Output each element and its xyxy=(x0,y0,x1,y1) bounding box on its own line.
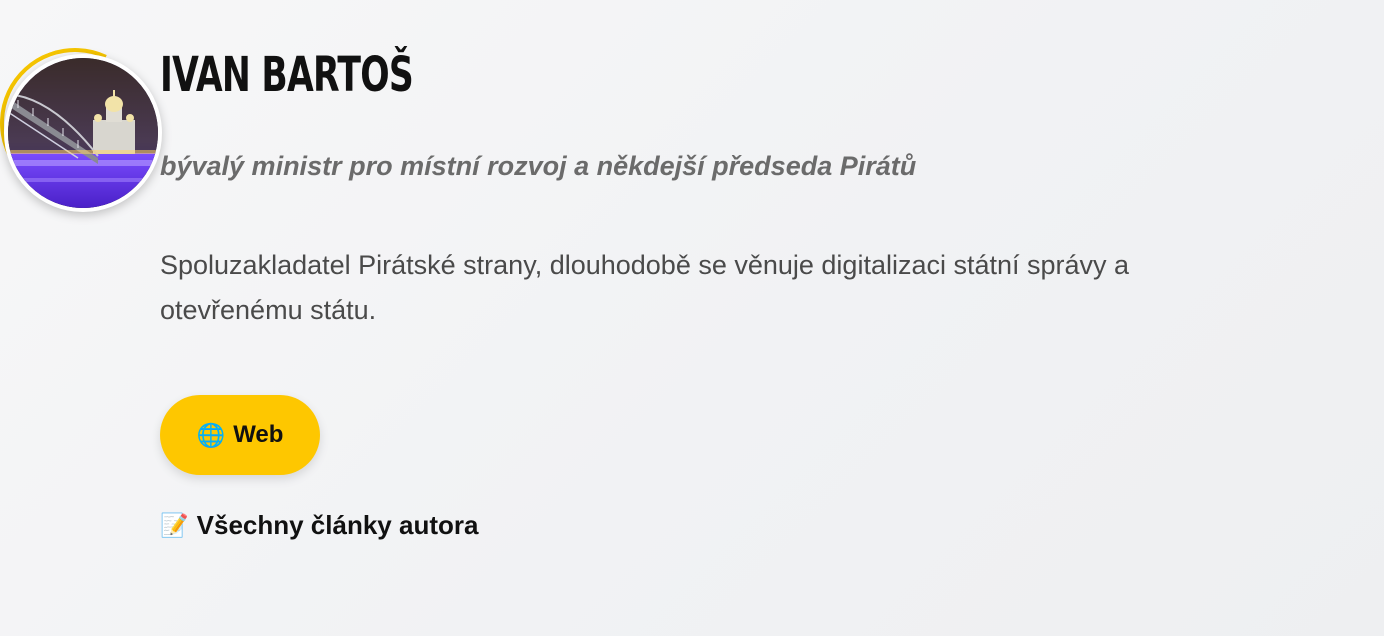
memo-icon: 📝 xyxy=(160,512,189,538)
all-articles-link[interactable]: 📝 Všechny články autora xyxy=(160,510,478,541)
web-button-label: Web xyxy=(233,421,284,448)
globe-icon: 🌐 xyxy=(196,421,226,448)
web-button[interactable]: 🌐 Web xyxy=(160,395,320,475)
all-articles-label: Všechny články autora xyxy=(196,510,479,540)
author-bio: Spoluzakladatel Pirátské strany, dlouhod… xyxy=(160,250,1130,325)
avatar xyxy=(4,54,162,212)
author-card: IVAN BARTOŠ bývalý ministr pro místní ro… xyxy=(0,0,1384,636)
avatar-container xyxy=(0,26,172,220)
author-name: IVAN BARTOŠ xyxy=(160,47,414,103)
avatar-photo xyxy=(8,58,158,208)
author-role: bývalý ministr pro místní rozvoj a někde… xyxy=(160,151,917,181)
